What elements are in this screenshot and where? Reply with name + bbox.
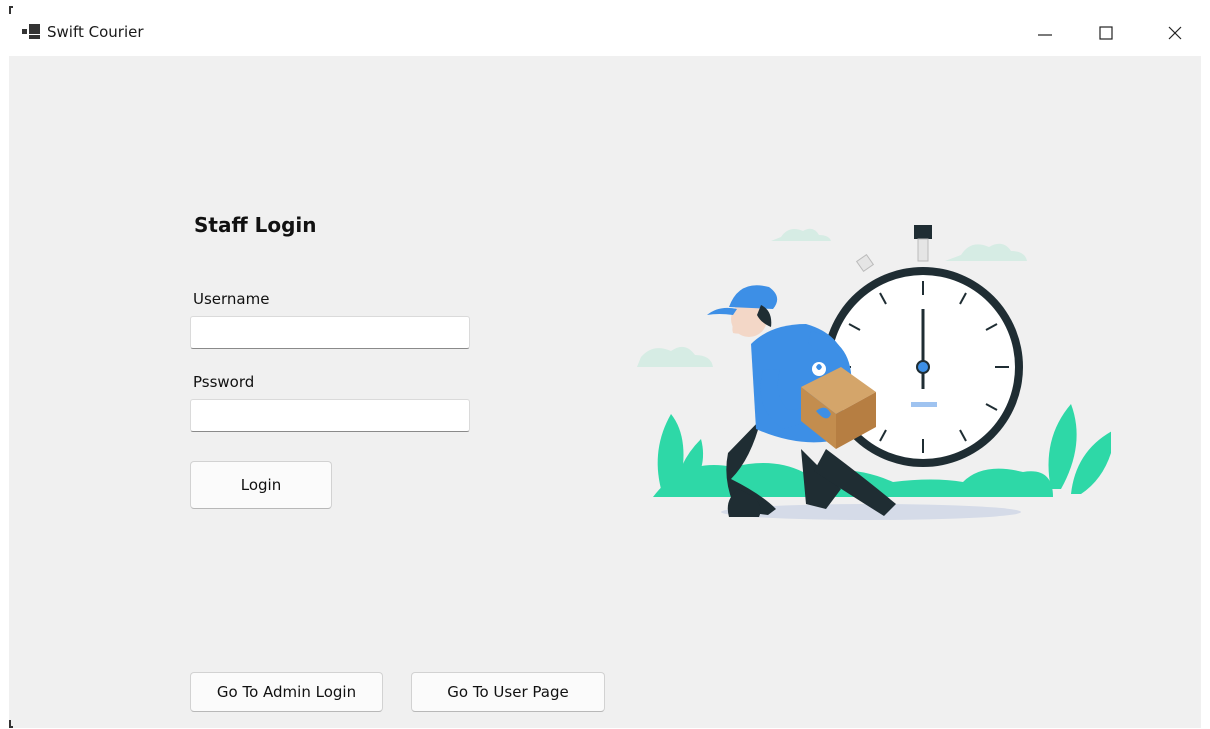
- login-button[interactable]: Login: [190, 461, 332, 509]
- login-form-area: Staff Login Username Pssword Login Go To…: [9, 56, 1201, 728]
- password-label: Pssword: [193, 373, 255, 391]
- close-icon: [1168, 26, 1182, 40]
- page-title: Staff Login: [194, 213, 317, 237]
- go-to-admin-login-button[interactable]: Go To Admin Login: [190, 672, 383, 712]
- app-icon: [22, 24, 40, 39]
- maximize-icon: [1099, 26, 1113, 40]
- minimize-icon: [1038, 34, 1052, 36]
- username-input[interactable]: [190, 316, 470, 349]
- window-title: Swift Courier: [47, 23, 144, 41]
- title-bar: Swift Courier: [0, 0, 1210, 56]
- username-label: Username: [193, 290, 270, 308]
- close-button[interactable]: [1152, 14, 1198, 50]
- leaf-right: [1048, 404, 1111, 494]
- maximize-button[interactable]: [1083, 14, 1129, 50]
- minimize-button[interactable]: [1022, 14, 1068, 50]
- window-corner: [9, 6, 13, 14]
- courier-illustration: [637, 225, 1111, 520]
- go-to-user-page-button[interactable]: Go To User Page: [411, 672, 605, 712]
- password-input[interactable]: [190, 399, 470, 432]
- window-corner: [9, 720, 13, 728]
